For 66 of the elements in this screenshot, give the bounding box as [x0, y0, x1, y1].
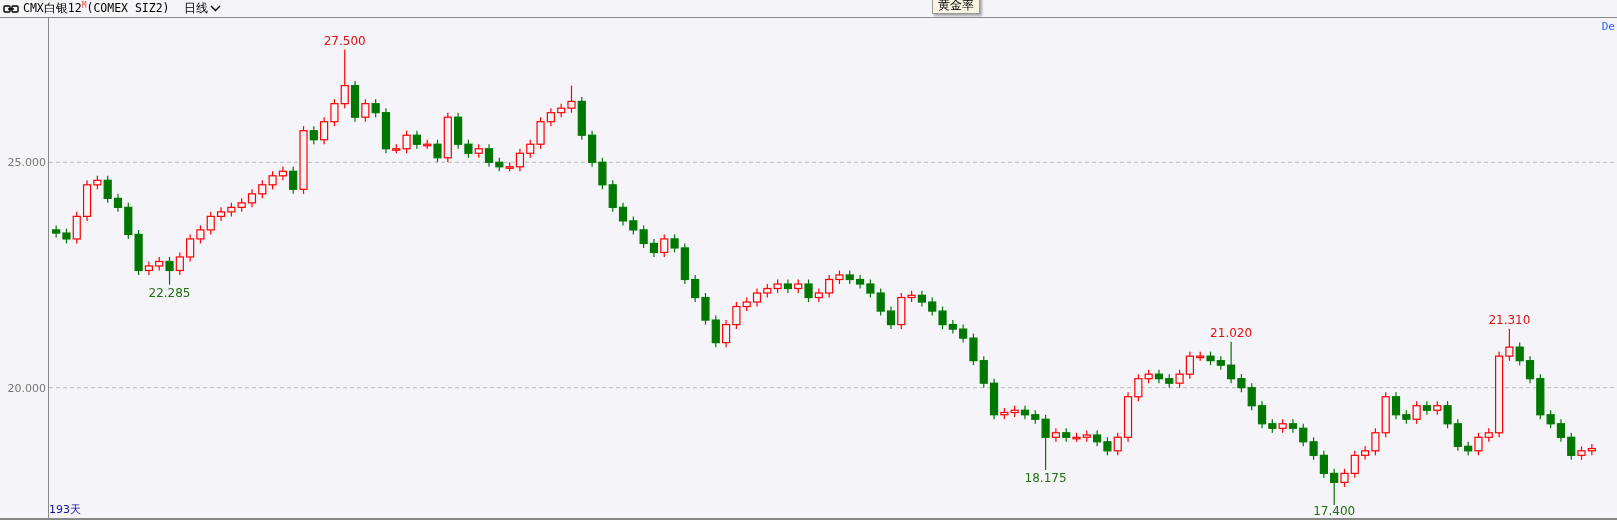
candle: [175, 251, 184, 276]
candle: [928, 296, 937, 317]
candle: [247, 188, 257, 208]
candle: [1154, 369, 1164, 384]
candle: [866, 278, 875, 299]
candle: [629, 215, 638, 235]
candle: [660, 233, 669, 258]
price-annotation: 27.500: [323, 33, 366, 48]
candle: [876, 287, 885, 317]
period-dropdown[interactable]: 日线: [173, 0, 221, 17]
candle: [979, 355, 988, 389]
candle: [278, 166, 287, 181]
candle: [1082, 429, 1091, 443]
candle: [1278, 418, 1287, 434]
candle: [1453, 418, 1462, 452]
y-axis-label: 25.000: [7, 155, 46, 169]
price-annotation: 21.020: [1210, 325, 1253, 340]
candle: [1319, 450, 1328, 479]
candle: [917, 290, 926, 308]
candle: [722, 319, 731, 348]
day-count: 193天: [49, 502, 81, 517]
candle: [1206, 351, 1215, 366]
candle: [855, 274, 865, 290]
candle: [1309, 436, 1318, 461]
candle: [649, 238, 659, 258]
candle: [52, 224, 61, 239]
candle: [1587, 443, 1596, 456]
candle: [588, 130, 597, 168]
link-icon[interactable]: [3, 4, 19, 13]
candle: [1010, 405, 1019, 418]
candle: [258, 179, 267, 199]
candle: [608, 179, 617, 213]
candle: [752, 287, 762, 308]
candle: [783, 278, 793, 294]
price-annotation: 21.310: [1488, 312, 1531, 327]
candle: [845, 269, 854, 285]
candle: [1515, 342, 1524, 366]
candle: [1020, 405, 1030, 420]
candle: [701, 292, 710, 326]
y-axis-label: 20.000: [7, 381, 46, 395]
price-annotation: 22.285: [148, 285, 191, 300]
candle: [763, 283, 772, 299]
candle: [639, 224, 648, 249]
candle: [227, 202, 236, 217]
candle: [186, 233, 195, 263]
instrument-title: CMX白银12$^{M}$(COMEX SIZ2): [23, 1, 170, 16]
candle: [773, 278, 782, 294]
candle: [320, 116, 329, 145]
chevron-down-icon: [209, 5, 221, 12]
candle: [1196, 351, 1205, 362]
candle: [237, 197, 246, 213]
candle: [1556, 418, 1566, 443]
candle: [1103, 436, 1112, 456]
candle: [196, 224, 205, 245]
candle: [691, 274, 700, 303]
candle: [412, 130, 421, 150]
candle: [1093, 429, 1102, 447]
price-annotation: 17.400: [1313, 504, 1356, 518]
price-annotation: 18.175: [1024, 471, 1067, 485]
candle: [711, 314, 720, 348]
candle: [618, 202, 628, 226]
candle: [598, 157, 607, 190]
candle: [1216, 355, 1225, 371]
candle: [1165, 373, 1174, 389]
candle: [268, 170, 277, 190]
corner-label: De: [1601, 20, 1615, 33]
